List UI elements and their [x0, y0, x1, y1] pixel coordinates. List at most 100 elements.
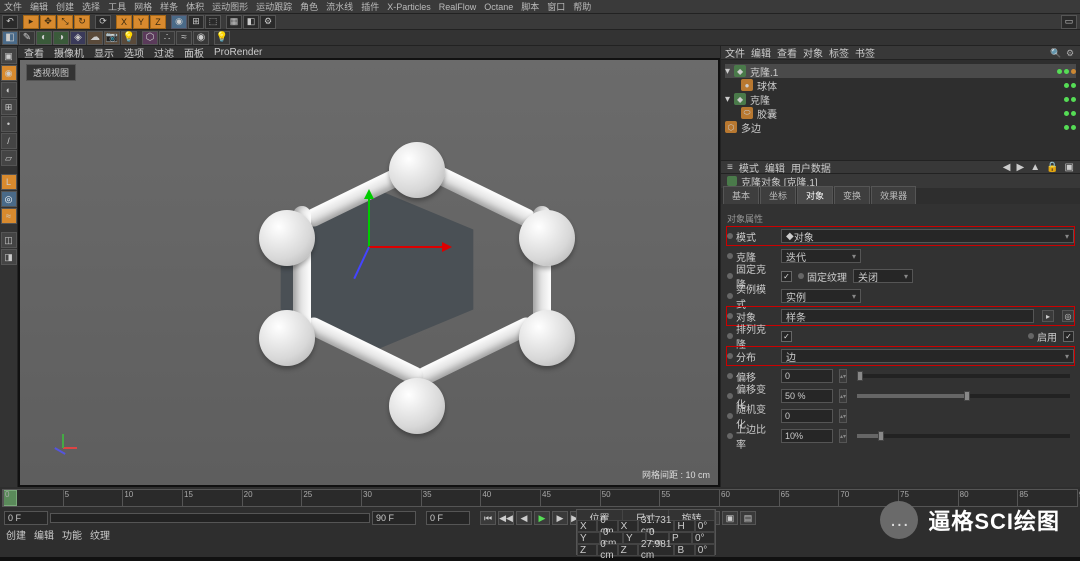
select-tool[interactable]: ▸	[23, 15, 39, 29]
spline-pen-button[interactable]: ✎	[19, 31, 35, 45]
realflow-button[interactable]: ≈	[176, 31, 192, 45]
key-pla-icon[interactable]: ▤	[740, 511, 756, 525]
menu-item[interactable]: 角色	[300, 0, 318, 13]
offset-field[interactable]: 0	[781, 369, 833, 383]
step-spinner[interactable]: ▴▾	[839, 409, 847, 423]
current-frame-field[interactable]: 0 F	[426, 511, 470, 525]
attr-tab[interactable]: 模式	[739, 160, 759, 175]
menu-item[interactable]: 工具	[108, 0, 126, 13]
distribution-dropdown[interactable]: 边	[781, 349, 1074, 363]
history-button[interactable]: ⟳	[95, 15, 111, 29]
coord-row-z[interactable]: Z0 cmZ27.981 cmB0°	[577, 544, 715, 556]
tree-item-cloner1[interactable]: ▾◆克隆.1	[725, 64, 1076, 78]
axis-y-toggle[interactable]: Y	[133, 15, 149, 29]
viewport-solo-button[interactable]: ◫	[1, 232, 17, 248]
menu-item[interactable]: 帮助	[573, 0, 591, 13]
undo-button[interactable]: ↶	[2, 15, 18, 29]
mograph-button[interactable]: ⬡	[142, 31, 158, 45]
tab-coord[interactable]: 坐标	[760, 186, 796, 204]
step-field[interactable]: 0	[781, 409, 833, 423]
menu-item[interactable]: RealFlow	[439, 2, 477, 12]
tab-object[interactable]: 对象	[797, 186, 833, 204]
bulb-icon[interactable]: 💡	[214, 31, 230, 45]
octane-button[interactable]: ◉	[193, 31, 209, 45]
menu-item[interactable]: 体积	[186, 0, 204, 13]
fix-checkbox[interactable]: ✓	[781, 271, 792, 282]
offset-slider[interactable]	[857, 374, 1070, 378]
snap-button[interactable]: ⊞	[188, 15, 204, 29]
viewport-shade-button[interactable]: ◨	[1, 249, 17, 265]
menu-item[interactable]: 编辑	[30, 0, 48, 13]
generator-button[interactable]: ◑	[53, 31, 69, 45]
om-tab[interactable]: 对象	[803, 45, 823, 60]
workplane-mode-button[interactable]: ⊞	[1, 99, 17, 115]
play-button[interactable]: ▶	[534, 511, 550, 525]
scale-tool[interactable]: ⤡	[57, 15, 73, 29]
nurbs-button[interactable]: ◐	[36, 31, 52, 45]
var-spinner[interactable]: ▴▾	[839, 429, 847, 443]
search-icon[interactable]: 🔍	[1050, 48, 1060, 58]
coord-system-button[interactable]: ◉	[171, 15, 187, 29]
link-clear-icon[interactable]: ◎	[1062, 310, 1074, 322]
menu-item[interactable]: 流水线	[326, 0, 353, 13]
environment-button[interactable]: ☁	[87, 31, 103, 45]
render-settings-button[interactable]: ⚙	[260, 15, 276, 29]
menu-item[interactable]: 窗口	[547, 0, 565, 13]
tree-item-polygon[interactable]: ⬡多边	[725, 120, 1076, 134]
tree-item-sphere[interactable]: ●球体	[725, 78, 1076, 92]
menu-item[interactable]: Octane	[484, 2, 513, 12]
menu-item[interactable]: 插件	[361, 0, 379, 13]
timeline-ruler[interactable]: 051015202530354045505560657075808590	[2, 489, 1078, 507]
texture-dropdown[interactable]: 关闭	[853, 269, 913, 283]
view-menu-item[interactable]: 摄像机	[54, 45, 84, 60]
range-start-field[interactable]: 0 F	[4, 511, 48, 525]
view-menu-item[interactable]: ProRender	[214, 47, 262, 58]
cube-button[interactable]: ◧	[2, 31, 18, 45]
light-button[interactable]: 💡	[121, 31, 137, 45]
var-field[interactable]: 10%	[781, 429, 833, 443]
om-tab[interactable]: 标签	[829, 45, 849, 60]
menu-item[interactable]: 文件	[4, 0, 22, 13]
next-icon[interactable]: ▶	[1016, 162, 1024, 173]
offset-spinner[interactable]: ▴▾	[839, 369, 847, 383]
range-end-field[interactable]: 90 F	[372, 511, 416, 525]
render-pv-button[interactable]: ◧	[243, 15, 259, 29]
model-mode-button[interactable]: ◉	[1, 65, 17, 81]
coord-row-x[interactable]: X0 cmX31.731 cmH0°	[577, 520, 715, 532]
workplane-button[interactable]: ⬚	[205, 15, 221, 29]
axis-z-toggle[interactable]: Z	[150, 15, 166, 29]
instance-dropdown[interactable]: 实例	[781, 289, 861, 303]
particle-button[interactable]: ∴	[159, 31, 175, 45]
tab-effectors[interactable]: 效果器	[871, 186, 916, 204]
menu-item[interactable]: 网格	[134, 0, 152, 13]
polygon-mode-button[interactable]: ▱	[1, 150, 17, 166]
soft-select-button[interactable]: ≈	[1, 208, 17, 224]
gizmo-y-axis[interactable]	[368, 192, 370, 247]
om-tab[interactable]: 查看	[777, 45, 797, 60]
prev-icon[interactable]: ◀	[1003, 162, 1011, 173]
new-icon[interactable]: ▣	[1065, 162, 1074, 173]
menu-item[interactable]: 创建	[56, 0, 74, 13]
axis-toggle-button[interactable]: L	[1, 174, 17, 190]
filter-icon[interactable]: ⚙	[1066, 48, 1076, 58]
mat-tab[interactable]: 创建	[6, 527, 26, 542]
om-tab[interactable]: 书签	[855, 45, 875, 60]
ratio-field[interactable]: 50 %	[781, 389, 833, 403]
enable-checkbox[interactable]: ✓	[1063, 331, 1074, 342]
menu-item[interactable]: 样条	[160, 0, 178, 13]
next-frame-button[interactable]: ▶	[552, 511, 568, 525]
mat-tab[interactable]: 纹理	[90, 527, 110, 542]
rotate-tool[interactable]: ↻	[74, 15, 90, 29]
clone-dropdown[interactable]: 迭代	[781, 249, 861, 263]
object-link-field[interactable]: 样条	[781, 309, 1034, 323]
view-menu-item[interactable]: 查看	[24, 45, 44, 60]
render-view-button[interactable]: ▦	[226, 15, 242, 29]
var-slider[interactable]	[857, 434, 1070, 438]
ratio-spinner[interactable]: ▴▾	[839, 389, 847, 403]
lock-icon[interactable]: 🔒	[1046, 162, 1058, 173]
snap-toggle-button[interactable]: ◎	[1, 191, 17, 207]
tab-transform[interactable]: 变换	[834, 186, 870, 204]
om-tab[interactable]: 编辑	[751, 45, 771, 60]
attr-tab[interactable]: 编辑	[765, 160, 785, 175]
make-editable-button[interactable]: ▣	[1, 48, 17, 64]
